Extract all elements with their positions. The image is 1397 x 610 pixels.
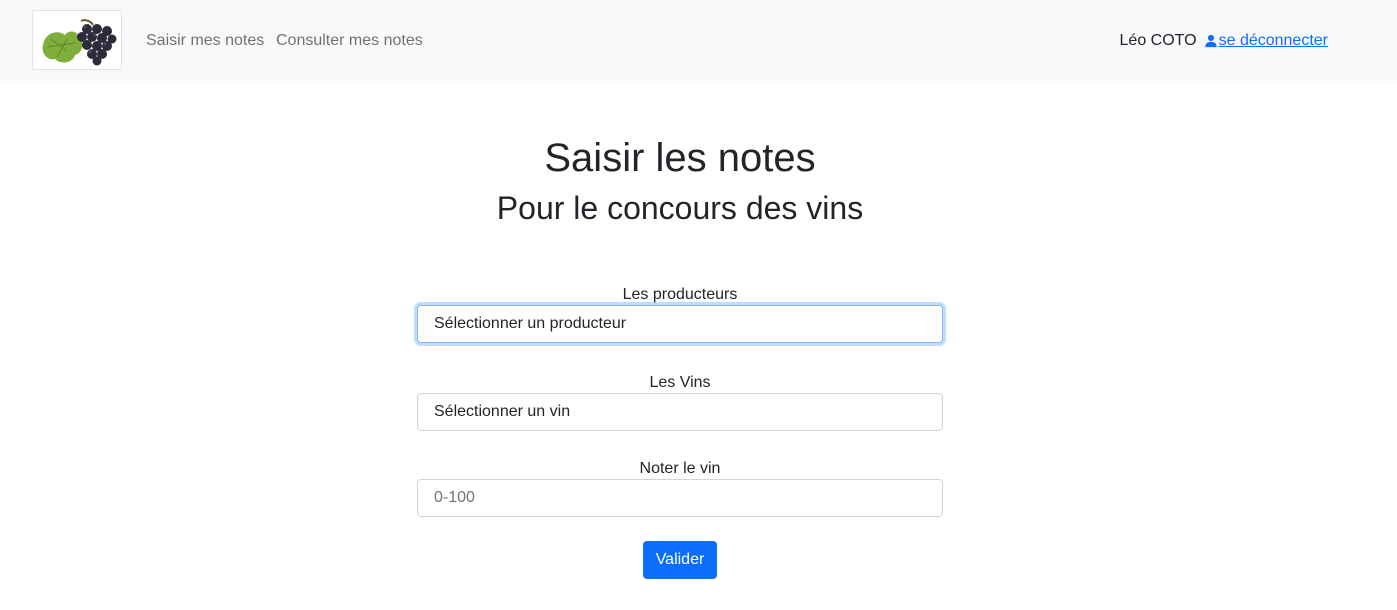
person-icon [1204,34,1217,48]
user-area: Léo COTO se déconnecter [1120,31,1328,51]
producer-select[interactable]: Sélectionner un producteur [417,305,943,343]
logout-link[interactable]: se déconnecter [1219,31,1328,51]
page-subtitle: Pour le concours des vins [496,190,864,226]
navbar: Saisir mes notes Consulter mes notes Léo… [0,0,1397,83]
wines-label: Les Vins [649,374,711,391]
nav-link-saisir-notes[interactable]: Saisir mes notes [146,31,264,51]
page-title: Saisir les notes [544,136,816,180]
producers-label: Les producteurs [622,286,738,303]
user-name: Léo COTO [1119,32,1197,49]
rating-label: Noter le vin [639,460,721,477]
valider-button[interactable]: Valider [643,541,717,579]
rating-input[interactable]: 0-100 [417,479,943,517]
wine-select[interactable]: Sélectionner un vin [417,393,943,431]
grapes-logo-icon[interactable] [32,10,122,70]
nav-link-consulter-notes[interactable]: Consulter mes notes [276,31,423,51]
